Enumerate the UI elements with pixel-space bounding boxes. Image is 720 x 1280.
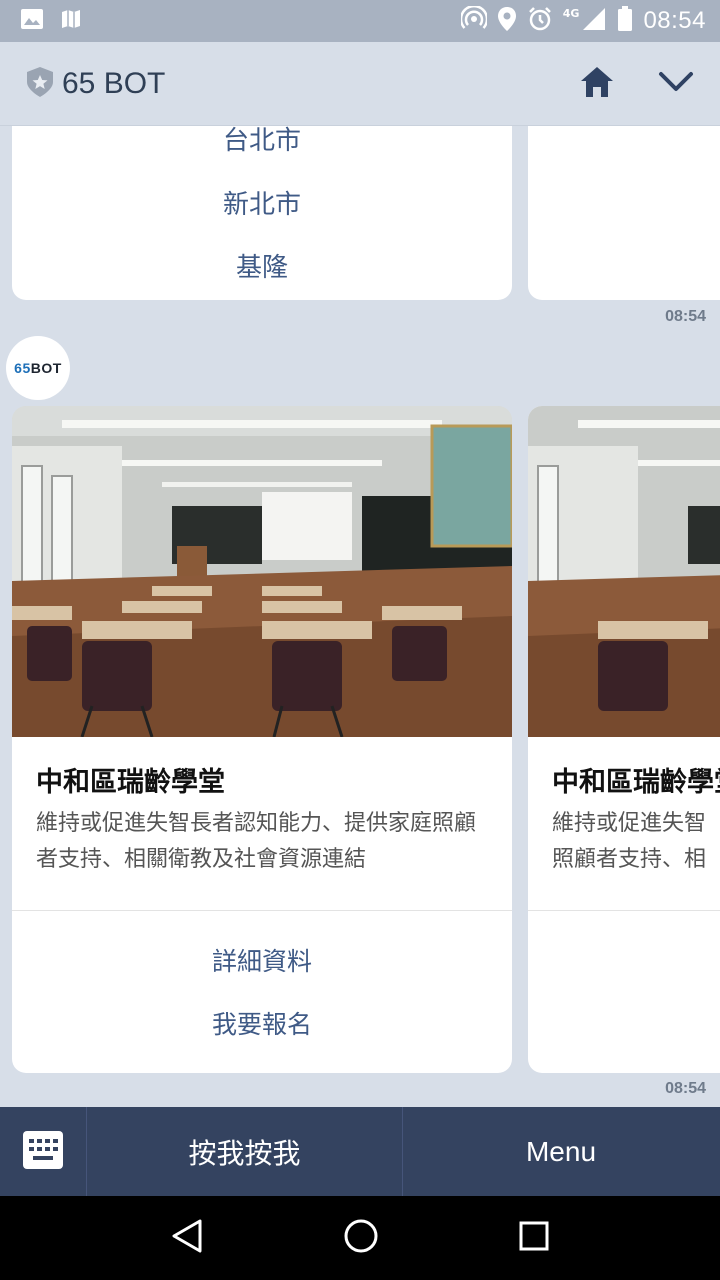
chat-area[interactable]: 台北市 新北市 基隆 08:54 65 BOT 中和區瑞齡學堂 維持或促進失智長…: [0, 126, 720, 1107]
carousel-card: 中和區瑞齡學堂 維持或促進失智長者認知能力、提供家庭照顧者支持、相關衛教及社會資…: [12, 406, 512, 1073]
signal-icon: [581, 6, 607, 36]
city-option[interactable]: 基隆: [12, 247, 512, 284]
rich-menu-bar: 按我按我 Menu: [0, 1107, 720, 1196]
battery-icon: [617, 6, 633, 36]
network-type-label: 4G: [562, 6, 580, 20]
hotspot-icon: [459, 4, 488, 36]
message-timestamp: 08:54: [665, 308, 706, 325]
image-icon: [20, 8, 44, 34]
bot-avatar[interactable]: 65 BOT: [6, 336, 70, 400]
back-icon[interactable]: [170, 1218, 204, 1258]
details-button[interactable]: 詳細資料: [12, 942, 512, 978]
map-icon: [60, 8, 82, 34]
card-title: 中和區瑞齡學堂: [552, 767, 720, 798]
recents-icon[interactable]: [518, 1220, 550, 1256]
avatar-text: BOT: [30, 360, 62, 376]
city-option[interactable]: 新北市: [12, 184, 512, 221]
card-title: 中和區瑞齡學堂: [36, 767, 225, 798]
city-list-card-peek[interactable]: [528, 126, 720, 300]
keyboard-toggle-button[interactable]: [0, 1107, 87, 1196]
status-bar: 4G 08:54: [0, 0, 720, 42]
home-circle-icon[interactable]: [343, 1218, 379, 1258]
location-icon: [497, 6, 517, 36]
card-divider: [528, 910, 720, 911]
card-description: 維持或促進失智 照顧者支持、相: [552, 811, 707, 872]
shield-star-icon: [26, 66, 54, 102]
rich-menu-button-menu[interactable]: Menu: [403, 1107, 719, 1196]
avatar-number: 65: [14, 360, 31, 376]
status-time: 08:54: [643, 7, 706, 34]
message-timestamp: 08:54: [665, 1080, 706, 1097]
home-icon[interactable]: [580, 66, 614, 102]
city-option[interactable]: 台北市: [12, 126, 512, 157]
register-button[interactable]: 我要報名: [12, 1005, 512, 1041]
carousel-card-peek[interactable]: 中和區瑞齡學堂 維持或促進失智 照顧者支持、相: [528, 406, 720, 1073]
keyboard-icon: [23, 1130, 63, 1173]
rich-menu-button-1[interactable]: 按我按我: [87, 1107, 403, 1196]
classroom-image: [528, 406, 720, 737]
card-description: 維持或促進失智長者認知能力、提供家庭照顧者支持、相關衛教及社會資源連結: [36, 811, 477, 872]
alarm-icon: [527, 6, 553, 36]
app-header: 65 BOT: [0, 42, 720, 126]
chat-title: 65 BOT: [62, 66, 166, 100]
city-list-card: 台北市 新北市 基隆: [12, 126, 512, 300]
classroom-image: [12, 406, 512, 737]
navigation-bar: [0, 1196, 720, 1280]
chevron-down-icon[interactable]: [658, 71, 694, 97]
card-divider: [12, 910, 512, 911]
